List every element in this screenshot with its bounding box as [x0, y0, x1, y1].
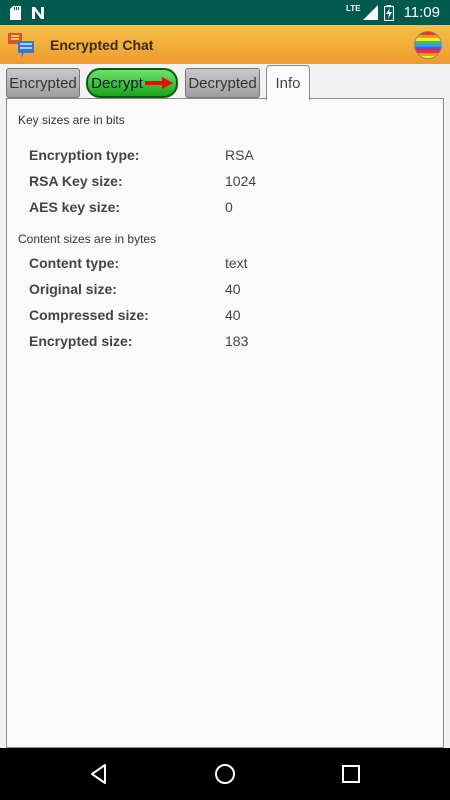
tab-decrypted-label: Decrypted — [188, 74, 257, 92]
tab-decrypt-label: Decrypt — [91, 74, 143, 92]
app-logo-icon — [8, 31, 36, 59]
info-label: Encryption type: — [29, 147, 140, 163]
sd-card-icon — [10, 5, 21, 20]
tab-decrypted[interactable]: Decrypted — [185, 68, 260, 98]
info-panel: Key sizes are in bits Encryption type: R… — [6, 98, 444, 748]
tab-info[interactable]: Info — [266, 65, 310, 100]
n-notification-icon — [32, 6, 44, 19]
info-label: RSA Key size: — [29, 173, 123, 189]
tab-bar: Encrypted Decrypt Decrypted Info — [0, 64, 450, 100]
app-title: Encrypted Chat — [50, 36, 154, 53]
home-icon[interactable] — [213, 762, 237, 786]
status-right: LTE 11:09 — [346, 4, 440, 21]
tab-encrypted-label: Encrypted — [9, 74, 77, 92]
tab-encrypted[interactable]: Encrypted — [6, 68, 80, 98]
clock: 11:09 — [403, 4, 440, 21]
info-value: text — [225, 255, 248, 271]
info-value: 40 — [225, 281, 241, 297]
info-label: Content type: — [29, 255, 120, 271]
tab-decrypt[interactable]: Decrypt — [86, 68, 178, 98]
tab-info-label: Info — [275, 74, 301, 92]
battery-charging-icon — [383, 4, 394, 21]
info-value: RSA — [225, 147, 254, 163]
recents-icon[interactable] — [339, 762, 363, 786]
key-sizes-note: Key sizes are in bits — [18, 113, 125, 127]
content-sizes-note: Content sizes are in bytes — [18, 232, 157, 246]
status-left — [10, 5, 45, 20]
back-icon[interactable] — [87, 762, 111, 786]
rainbow-ball-icon[interactable] — [414, 31, 442, 59]
status-bar: LTE 11:09 — [0, 0, 450, 25]
info-value: 183 — [225, 333, 249, 349]
info-label: Compressed size: — [29, 307, 149, 323]
info-value: 0 — [225, 199, 233, 215]
info-label: AES key size: — [29, 199, 121, 215]
signal-icon — [362, 5, 378, 20]
arrow-right-icon — [144, 77, 173, 89]
info-label: Encrypted size: — [29, 333, 133, 349]
info-value: 40 — [225, 307, 241, 323]
info-label: Original size: — [29, 281, 117, 297]
navigation-bar — [0, 748, 450, 800]
app-bar: Encrypted Chat — [0, 25, 450, 64]
info-value: 1024 — [225, 173, 257, 189]
network-type: LTE — [346, 4, 361, 13]
